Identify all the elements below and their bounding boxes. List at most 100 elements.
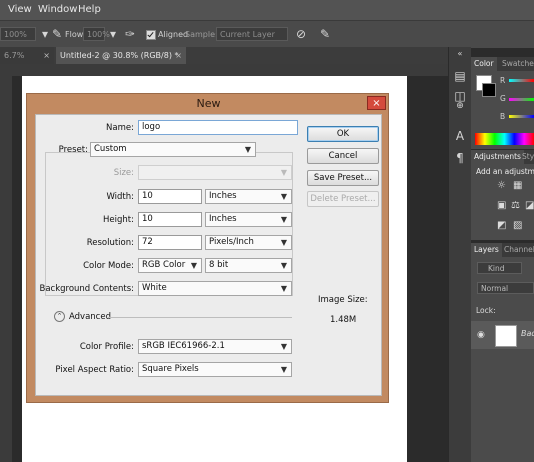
balance-icon[interactable]: ⚖ [511, 200, 520, 211]
height-field[interactable]: 10 [138, 212, 202, 227]
name-field[interactable]: logo [138, 120, 298, 135]
chevron-down-icon: ▼ [280, 238, 287, 247]
brightness-contrast-icon[interactable]: ☼ [497, 180, 506, 191]
tab-channels[interactable]: Channels [501, 243, 534, 257]
width-label: Width: [106, 192, 134, 202]
tab-color[interactable]: Color [471, 57, 497, 71]
filter-kind-select[interactable]: Kind [477, 262, 522, 274]
document-tabs: 6.7% (RGB/8) × Untitled-2 @ 30.8% (RGB/8… [0, 47, 470, 77]
pixel-aspect-select[interactable]: Square Pixels ▼ [138, 362, 292, 377]
menu-bar: View Window Help [0, 0, 534, 20]
ignore-adjustment-layers-icon[interactable]: ⊘ [294, 27, 308, 41]
width-field[interactable]: 10 [138, 189, 202, 204]
advanced-toggle-icon[interactable]: ⌃ [54, 311, 65, 322]
flow-select[interactable]: 100% [83, 27, 110, 41]
pressure-size-icon[interactable]: ✎ [318, 27, 332, 41]
advanced-label: Advanced [69, 312, 111, 322]
color-panel: Color Swatches R G B [471, 57, 534, 149]
red-slider[interactable] [509, 79, 534, 82]
chevron-down-icon[interactable]: ▾ [106, 27, 120, 41]
red-label: R [500, 76, 506, 85]
color-profile-select[interactable]: sRGB IEC61966-2.1 ▼ [138, 339, 292, 354]
tab-layers[interactable]: Layers [471, 243, 502, 257]
layer-thumbnail [495, 325, 517, 347]
paragraph-icon[interactable]: ¶ [453, 151, 467, 165]
menu-view[interactable]: View [8, 4, 32, 15]
tab-adjustments[interactable]: Adjustments [471, 150, 524, 164]
width-unit-value: Inches [209, 191, 237, 201]
dialog-body: Name: logo Preset: Custom ▼ Size: ▼ Width… [35, 114, 382, 396]
aligned-label: Aligned [158, 30, 189, 39]
blue-slider[interactable] [509, 115, 534, 118]
green-slider[interactable] [509, 98, 534, 101]
bit-depth-select[interactable]: 8 bit ▼ [205, 258, 292, 273]
adjustments-title: Add an adjustme [476, 167, 534, 176]
preset-select[interactable]: Custom ▼ [90, 142, 256, 157]
levels-icon[interactable]: ▦ [513, 180, 522, 191]
layer-row-background[interactable]: ◉ Bac [471, 321, 534, 349]
background-contents-value: White [142, 283, 167, 293]
invert-icon[interactable]: ◩ [497, 220, 506, 231]
chevron-down-icon: ▼ [280, 192, 287, 201]
kind-label: Kind [488, 264, 505, 273]
background-contents-select[interactable]: White ▼ [138, 281, 292, 296]
tab-swatches[interactable]: Swatches [499, 57, 534, 71]
chevron-down-icon: ▼ [280, 215, 287, 224]
save-preset-button[interactable]: Save Preset... [307, 170, 379, 186]
width-unit-select[interactable]: Inches ▼ [205, 189, 292, 204]
layer-name: Bac [521, 329, 534, 338]
clone-source-icon[interactable]: ⊕ [453, 99, 467, 113]
ruler-vertical[interactable] [0, 76, 12, 462]
height-unit-value: Inches [209, 214, 237, 224]
resolution-label: Resolution: [86, 238, 134, 248]
green-label: G [500, 94, 506, 103]
tab-label: Untitled-2 @ 30.8% (RGB/8) * [60, 51, 179, 60]
chevron-down-icon: ▼ [280, 365, 287, 374]
tab-styles[interactable]: Sty [519, 150, 534, 164]
ruler-horizontal[interactable] [0, 64, 448, 76]
sample-select[interactable]: Current Layer [216, 27, 288, 41]
adjustments-panel: Adjustments Sty Add an adjustme ☼ ▦ ▣ ⚖ … [471, 150, 534, 240]
chevron-down-icon: ▼ [190, 261, 197, 270]
history-icon[interactable]: ▤ [453, 69, 467, 83]
color-mode-select[interactable]: RGB Color ▼ [138, 258, 202, 273]
menu-help[interactable]: Help [78, 4, 101, 15]
character-icon[interactable]: A [453, 129, 467, 143]
resolution-unit-select[interactable]: Pixels/Inch ▼ [205, 235, 292, 250]
eye-icon[interactable]: ◉ [477, 330, 485, 340]
pixel-aspect-value: Square Pixels [142, 364, 199, 374]
close-button[interactable]: × [367, 96, 386, 110]
tab-document-2[interactable]: Untitled-2 @ 30.8% (RGB/8) * × [56, 47, 186, 64]
tab-document-1[interactable]: 6.7% (RGB/8) × [0, 47, 54, 77]
chevron-down-icon: ▼ [244, 145, 251, 154]
height-unit-select[interactable]: Inches ▼ [205, 212, 292, 227]
close-icon[interactable]: × [43, 47, 50, 64]
panel-icon-strip: « ▤ ◫ ⊕ A ¶ [448, 47, 471, 462]
vibrance-icon[interactable]: ▣ [497, 200, 506, 211]
opacity-select[interactable]: 100% [0, 27, 36, 41]
menu-window[interactable]: Window [38, 4, 77, 15]
name-label: Name: [106, 123, 134, 133]
blend-mode-label: Normal [481, 284, 509, 293]
chevron-down-icon: ▼ [280, 261, 287, 270]
size-select: ▼ [138, 165, 292, 180]
pixel-aspect-label: Pixel Aspect Ratio: [55, 365, 134, 375]
pressure-opacity-icon[interactable]: ✎ [50, 27, 64, 41]
blend-mode-select[interactable]: Normal [477, 282, 534, 294]
resolution-field[interactable]: 72 [138, 235, 202, 250]
aligned-checkbox[interactable] [146, 30, 156, 40]
background-color-swatch[interactable] [482, 83, 496, 97]
posterize-icon[interactable]: ▨ [513, 220, 522, 231]
photo-filter-icon[interactable]: ◪ [525, 200, 534, 211]
advanced-divider [108, 317, 292, 318]
ok-button[interactable]: OK [307, 126, 379, 142]
bit-depth-value: 8 bit [209, 260, 229, 270]
close-icon[interactable]: × [175, 47, 182, 64]
height-label: Height: [103, 215, 134, 225]
image-size-value: 1.48M [330, 315, 357, 325]
lock-label: Lock: [476, 306, 496, 315]
color-spectrum-bar[interactable] [475, 133, 534, 145]
collapse-icon[interactable]: « [453, 47, 467, 61]
cancel-button[interactable]: Cancel [307, 148, 379, 164]
airbrush-icon[interactable]: ✑ [123, 27, 137, 41]
